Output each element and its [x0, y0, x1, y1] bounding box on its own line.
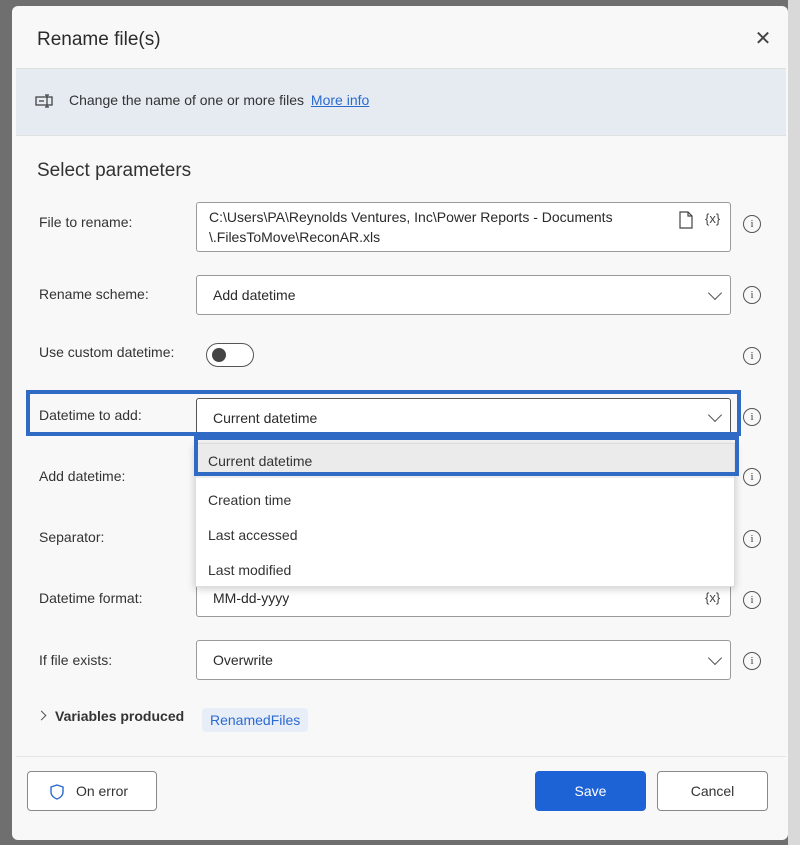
chevron-down-icon [707, 285, 723, 301]
info-icon[interactable]: i [743, 286, 761, 304]
info-icon[interactable]: i [743, 408, 761, 426]
file-path-line1: C:\Users\PA\Reynolds Ventures, Inc\Power… [209, 209, 613, 225]
info-icon[interactable]: i [743, 468, 761, 486]
info-icon[interactable]: i [743, 652, 761, 670]
file-picker-icon[interactable] [679, 211, 693, 229]
info-icon[interactable]: i [743, 347, 761, 365]
variables-produced-toggle[interactable]: Variables produced [36, 708, 185, 724]
variables-produced-label: Variables produced [55, 708, 185, 724]
variable-tag[interactable]: RenamedFiles [202, 708, 309, 732]
rename-file-dialog: Rename file(s) ✕ Change the name of one … [12, 6, 788, 840]
info-icon[interactable]: i [743, 530, 761, 548]
datetime-format-label: Datetime format: [39, 590, 143, 606]
option-last-modified[interactable]: Last modified [208, 562, 291, 578]
rename-scheme-label: Rename scheme: [39, 286, 149, 302]
file-to-rename-label: File to rename: [39, 214, 133, 230]
variable-icon[interactable]: {x} [705, 211, 720, 226]
option-last-accessed[interactable]: Last accessed [208, 527, 298, 543]
use-custom-datetime-toggle[interactable] [206, 343, 254, 367]
dialog-title: Rename file(s) [37, 29, 161, 50]
file-to-rename-input[interactable]: C:\Users\PA\Reynolds Ventures, Inc\Power… [196, 202, 731, 252]
rename-action-icon [35, 94, 53, 108]
option-creation-time[interactable]: Creation time [208, 492, 291, 508]
toggle-knob [212, 348, 226, 362]
highlight-box-option [194, 436, 739, 476]
chevron-down-icon [707, 650, 723, 666]
close-icon[interactable]: ✕ [752, 28, 774, 50]
if-file-exists-value: Overwrite [213, 652, 273, 668]
if-file-exists-dropdown[interactable]: Overwrite [196, 640, 731, 680]
info-description: Change the name of one or more files [69, 92, 305, 108]
info-text: Change the name of one or more files Mor… [69, 92, 369, 108]
save-button[interactable]: Save [535, 771, 646, 811]
rename-scheme-dropdown[interactable]: Add datetime [196, 275, 731, 315]
background-app-edge [788, 0, 800, 845]
on-error-button[interactable]: On error [27, 771, 157, 811]
section-title: Select parameters [37, 160, 192, 181]
use-custom-datetime-label: Use custom datetime: [39, 344, 175, 360]
datetime-format-value: MM-dd-yyyy [213, 590, 290, 606]
footer-divider [16, 756, 786, 757]
highlight-box-field [26, 390, 741, 436]
more-info-link[interactable]: More info [311, 92, 369, 108]
file-path-line2: \.FilesToMove\ReconAR.xls [209, 229, 381, 245]
add-datetime-label: Add datetime: [39, 468, 126, 484]
separator-label: Separator: [39, 529, 105, 545]
info-icon[interactable]: i [743, 591, 761, 609]
cancel-button[interactable]: Cancel [657, 771, 768, 811]
info-icon[interactable]: i [743, 215, 761, 233]
if-file-exists-label: If file exists: [39, 652, 113, 668]
shield-icon [50, 784, 64, 800]
on-error-label: On error [75, 783, 129, 799]
variable-icon[interactable]: {x} [705, 590, 720, 605]
rename-scheme-value: Add datetime [213, 287, 296, 303]
chevron-right-icon [36, 710, 47, 721]
